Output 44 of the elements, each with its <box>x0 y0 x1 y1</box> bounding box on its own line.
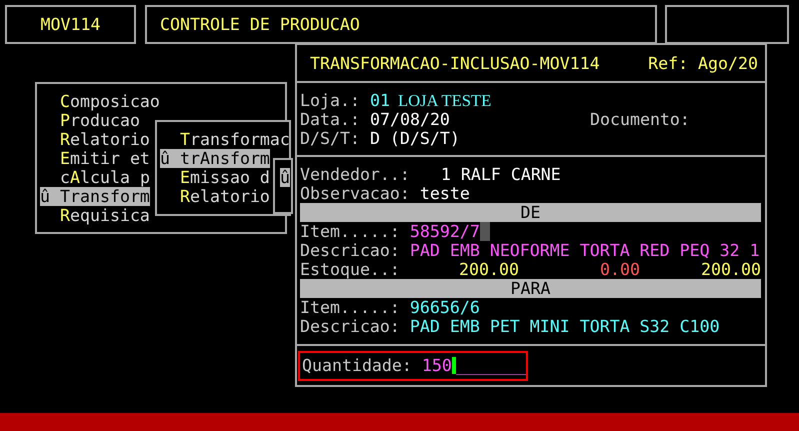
field-label: Descricao: <box>300 317 400 336</box>
section-header: DE <box>300 203 761 222</box>
reference-period: Ref: Ago/20 <box>648 54 758 72</box>
stock-value: 200.00 <box>700 260 761 279</box>
seller-value: 1 RALF CARNE <box>440 165 561 184</box>
field-label: Descricao: <box>300 241 400 260</box>
menu-item[interactable]: û Transform <box>40 187 150 206</box>
menu-item[interactable]: Emissao d <box>160 168 270 187</box>
date-value: 07/08/20 <box>370 110 451 129</box>
item-code: 96656/6 <box>410 298 480 317</box>
menu-item[interactable]: Transformac <box>160 130 290 149</box>
type-value: D (D/S/T) <box>370 129 460 148</box>
field-label: Estoque..: <box>300 260 400 279</box>
store-name: LOJA TESTE <box>398 91 492 110</box>
menu-item[interactable]: Requisica <box>40 206 150 225</box>
field-label: Documento: <box>590 110 690 129</box>
menu-item[interactable]: Emitir et <box>40 149 150 168</box>
dialog-title: TRANSFORMACAO-INCLUSAO-MOV114 <box>310 54 600 72</box>
item-description: PAD EMB NEOFORME TORTA RED PEQ 32 1 <box>410 241 760 260</box>
menu-item[interactable]: Composicao <box>40 92 160 111</box>
stock-value: 0.00 <box>599 260 640 279</box>
module-title: CONTROLE DE PRODUCAO <box>160 15 360 34</box>
menu-item[interactable]: û trAnsform <box>160 149 270 168</box>
item-code: 58592/7 <box>410 222 480 241</box>
field-label: Observacao: <box>300 184 410 203</box>
field-label: Vendedor..: <box>300 165 410 184</box>
field-label: Item.....: <box>300 222 400 241</box>
field-label: Item.....: <box>300 298 400 317</box>
text-cursor <box>480 222 490 241</box>
stock-value: 200.00 <box>458 260 519 279</box>
menu-item[interactable]: Relatorio <box>160 187 270 206</box>
menu-item[interactable]: cAlcula p <box>40 168 150 187</box>
note-value: teste <box>420 184 470 203</box>
field-label: Loja.: <box>300 91 360 110</box>
menu-item[interactable]: û <box>280 168 290 187</box>
menu-item[interactable]: Relatorio <box>40 130 150 149</box>
menu-item[interactable]: P roducao <box>40 111 150 130</box>
field-label: D/S/T: <box>300 129 360 148</box>
quantity-field[interactable]: Quantidade: 150 _______ <box>298 350 528 380</box>
store-code: 01 <box>370 91 390 110</box>
section-header: PARA <box>300 279 761 298</box>
item-description: PAD EMB PET MINI TORTA S32 C100 <box>410 317 720 336</box>
program-code: MOV114 <box>40 15 100 34</box>
field-label: Data.: <box>300 110 360 129</box>
